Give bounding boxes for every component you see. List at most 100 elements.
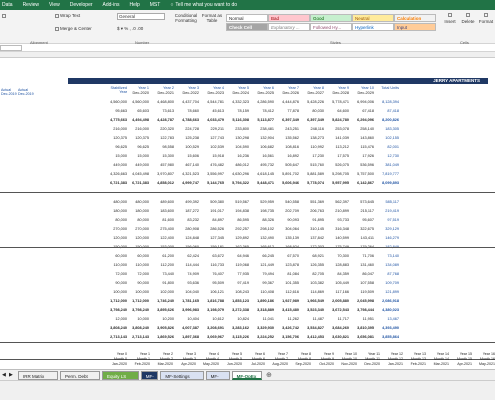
table-cell[interactable]: 127,743 (202, 136, 224, 141)
table-cell[interactable]: 126,355 (302, 263, 324, 268)
table-cell[interactable]: 104,590 (227, 145, 249, 150)
table-cell[interactable]: 3,556,997 (202, 172, 224, 177)
table-cell[interactable]: 6,721,383 (127, 181, 149, 186)
table-cell[interactable]: 95,607 (352, 218, 374, 223)
merge-center-button[interactable]: Merge & Center (55, 26, 92, 31)
style-neutral[interactable]: Neutral (352, 14, 394, 22)
table-cell[interactable]: 275,400 (152, 227, 174, 232)
style-bad[interactable]: Bad (268, 14, 310, 22)
table-cell[interactable]: 90,093 (277, 218, 299, 223)
table-cell[interactable]: 15,000 (127, 154, 149, 159)
table-cell[interactable]: 8,200,826 (377, 118, 399, 123)
table-cell[interactable]: 292,257 (227, 227, 249, 232)
table-cell[interactable]: 112,616 (277, 290, 299, 295)
table-cell[interactable]: 86,595 (227, 218, 249, 223)
table-cell[interactable]: 124,848 (177, 236, 199, 241)
table-cell[interactable]: 304,064 (277, 227, 299, 232)
table-cell[interactable]: 3,808,240 (127, 326, 149, 331)
table-cell[interactable]: 8,099,893 (377, 181, 399, 186)
table-cell[interactable]: 77,935 (227, 272, 249, 277)
conditional-formatting-button[interactable]: Conditional Formatting (173, 13, 199, 23)
table-cell[interactable]: 180,000 (127, 209, 149, 214)
table-cell[interactable]: 1,890,186 (252, 299, 274, 304)
table-cell[interactable]: 129,892 (227, 236, 249, 241)
table-cell[interactable]: 229,211 (202, 127, 224, 132)
tab-mf-settings[interactable]: MF-Settings (160, 371, 204, 380)
table-cell[interactable]: 248,116 (302, 127, 324, 132)
style-good[interactable]: Good (310, 14, 352, 22)
table-cell[interactable]: 76,407 (202, 272, 224, 277)
table-cell[interactable]: 16,236 (227, 154, 249, 159)
table-cell[interactable]: 495,732 (252, 163, 274, 168)
table-cell[interactable]: 3,855,864 (377, 335, 399, 340)
table-cell[interactable]: 4,560,000 (127, 100, 149, 105)
table-cell[interactable]: 2,005,880 (327, 299, 349, 304)
table-cell[interactable]: 4,999,747 (177, 181, 199, 186)
table-cell[interactable]: 6,721,383 (105, 181, 127, 186)
table-cell[interactable]: 467,140 (177, 163, 199, 168)
table-cell[interactable]: 551,369 (302, 200, 324, 205)
table-cell[interactable]: 194,838 (227, 209, 249, 214)
name-box[interactable] (0, 45, 22, 51)
table-cell[interactable]: 3,283,162 (227, 326, 249, 331)
table-cell[interactable]: 64,946 (227, 254, 249, 259)
table-cell[interactable]: 1,897,368 (177, 335, 199, 340)
table-cell[interactable]: 97,519 (377, 218, 399, 223)
table-cell[interactable]: 82,001 (377, 145, 399, 150)
table-cell[interactable]: 1,853,123 (227, 299, 249, 304)
table-cell[interactable]: 102,155 (377, 136, 399, 141)
table-cell[interactable]: 5,881,589 (302, 172, 324, 177)
table-cell[interactable]: 216,000 (127, 127, 149, 132)
tab-equity-ls[interactable]: Equity LS (102, 371, 139, 380)
format-as-table-button[interactable]: Format as Table (200, 13, 224, 23)
table-cell[interactable]: 4,332,323 (227, 100, 249, 105)
table-cell[interactable]: 11,487 (302, 317, 324, 322)
table-cell[interactable]: 4,321,523 (177, 172, 199, 177)
align-top-button[interactable] (2, 13, 7, 18)
table-cell[interactable]: 3,895,626 (152, 308, 174, 313)
table-cell[interactable]: 3,329,930 (252, 326, 274, 331)
table-cell[interactable]: 480,000 (105, 200, 127, 205)
table-cell[interactable]: 81,084 (277, 272, 299, 277)
table-cell[interactable]: 3,224,252 (252, 335, 274, 340)
table-cell[interactable]: 110,992 (302, 145, 324, 150)
table-cell[interactable]: 17,575 (327, 154, 349, 159)
table-cell[interactable]: 96,625 (105, 145, 127, 150)
table-cell[interactable]: 3,198,079 (202, 308, 224, 313)
table-cell[interactable]: 198,735 (252, 209, 274, 214)
table-cell[interactable]: 140,599 (327, 236, 349, 241)
table-cell[interactable]: 4,788,663 (177, 118, 199, 123)
table-cell[interactable]: 16,561 (252, 154, 274, 159)
table-cell[interactable]: 4,393,490 (377, 326, 399, 331)
table-cell[interactable]: 73,613 (152, 109, 174, 114)
ribbon-tab[interactable]: View (49, 2, 60, 8)
table-cell[interactable]: 60,000 (105, 254, 127, 259)
table-cell[interactable]: 143,411 (352, 236, 374, 241)
table-cell[interactable]: 95,663 (105, 109, 127, 114)
table-cell[interactable]: 449,000 (127, 163, 149, 168)
table-cell[interactable]: 91,895 (302, 218, 324, 223)
table-cell[interactable]: 87,418 (377, 109, 399, 114)
table-cell[interactable]: 6,994,006 (352, 100, 374, 105)
table-cell[interactable]: 79,494 (252, 272, 274, 277)
table-cell[interactable]: 81,600 (152, 218, 174, 223)
table-cell[interactable]: 202,709 (277, 209, 299, 214)
table-cell[interactable]: 97,419 (227, 281, 249, 286)
table-cell[interactable]: 135,562 (277, 136, 299, 141)
table-cell[interactable]: 1,869,526 (152, 335, 174, 340)
table-cell[interactable]: 83,232 (177, 218, 199, 223)
table-cell[interactable]: 1,712,000 (127, 299, 149, 304)
table-cell[interactable]: 3,156,706 (277, 335, 299, 340)
table-cell[interactable]: 270,000 (127, 227, 149, 232)
tab-mf-rr[interactable]: MF-RR (205, 371, 230, 388)
table-cell[interactable]: 3,318,889 (252, 308, 274, 313)
table-cell[interactable]: 4,326,663 (105, 172, 127, 177)
table-cell[interactable]: 93,636 (177, 281, 199, 286)
tab-scroll-right-icon[interactable]: ▶ (9, 372, 13, 378)
table-cell[interactable]: 10,612 (202, 317, 224, 322)
table-cell[interactable]: 3,115,226 (227, 335, 249, 340)
table-cell[interactable]: 80,000 (127, 218, 149, 223)
table-cell[interactable]: 17,926 (352, 154, 374, 159)
table-cell[interactable]: 93,733 (327, 218, 349, 223)
table-cell[interactable]: 100,000 (127, 290, 149, 295)
